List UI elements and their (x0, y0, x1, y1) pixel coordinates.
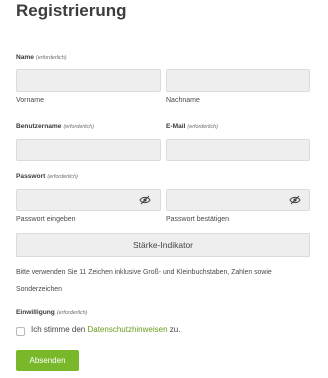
password-label: Passwort (erforderlich) (16, 173, 78, 180)
password-hint: Bitte verwenden Sie 11 Zeichen inklusive… (16, 269, 272, 293)
name-label-text: Name (16, 54, 34, 61)
first-name-input[interactable] (16, 69, 161, 92)
username-label-text: Benutzername (16, 123, 62, 130)
last-name-input[interactable] (166, 69, 310, 92)
required-tag: (erforderlich) (56, 310, 88, 316)
consent-text: Ich stimme den Datenschutzhinweisen zu. (31, 325, 180, 334)
required-tag: (erforderlich) (35, 55, 67, 61)
required-tag: (erforderlich) (63, 124, 94, 130)
username-input[interactable] (16, 139, 161, 161)
consent-checkbox[interactable] (16, 327, 25, 336)
password-label-text: Passwort (16, 173, 46, 180)
email-input[interactable] (166, 139, 310, 161)
password-confirm-sublabel: Passwort bestätigen (166, 216, 230, 223)
consent-text-before: Ich stimme den (31, 325, 88, 334)
password-sublabel: Passwort eingeben (16, 216, 76, 223)
first-name-sublabel: Vorname (16, 97, 45, 104)
required-tag: (erforderlich) (47, 174, 78, 180)
email-label: E-Mail (erforderlich) (166, 123, 218, 130)
last-name-sublabel: Nachname (166, 97, 200, 104)
eye-slash-icon[interactable] (139, 195, 151, 205)
privacy-policy-link[interactable]: Datenschutzhinweisen (87, 325, 167, 334)
name-label: Name (erforderlich) (16, 54, 67, 61)
consent-text-after: zu. (167, 325, 181, 334)
email-label-text: E-Mail (166, 123, 186, 130)
strength-indicator: Stärke-Indikator (16, 233, 310, 257)
consent-label-text: Einwilligung (16, 309, 55, 316)
username-label: Benutzername (erforderlich) (16, 123, 94, 130)
eye-slash-icon[interactable] (289, 195, 301, 205)
page-title: Registrierung (16, 1, 127, 20)
consent-label: Einwilligung (erforderlich) (16, 309, 87, 316)
submit-button[interactable]: Absenden (16, 350, 79, 371)
required-tag: (erforderlich) (187, 124, 218, 130)
